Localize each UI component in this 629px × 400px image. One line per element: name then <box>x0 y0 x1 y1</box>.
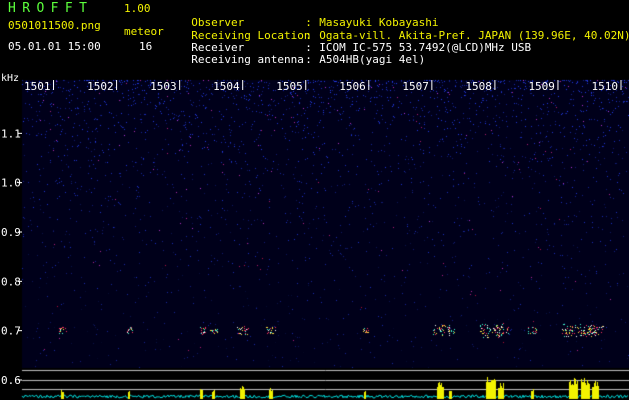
x-tick-label: 1502 <box>87 80 114 93</box>
x-tick-label: 1510 <box>592 80 619 93</box>
x-tick-label: 1507 <box>402 80 429 93</box>
x-tick-label: 1509 <box>528 80 555 93</box>
x-tick-label: 1508 <box>465 80 492 93</box>
x-tick-label: 1504 <box>213 80 240 93</box>
x-tick-label: 1505 <box>276 80 303 93</box>
x-tick-label: 1501 <box>24 80 51 93</box>
y-axis-unit: kHz <box>1 73 20 84</box>
y-tick-label: 1.0 <box>1 177 21 190</box>
y-tick-label: 0.6 <box>1 374 21 387</box>
x-tick-label: 1503 <box>150 80 177 93</box>
y-tick-label: 0.9 <box>1 226 21 239</box>
y-tick-label: 1.1 <box>1 127 21 140</box>
x-tick-label: 1506 <box>339 80 366 93</box>
axis-overlay: 1501 1502 1503 1504 1505 1506 1507 1508 1509 1510… <box>1 80 622 387</box>
y-tick-label: 0.7 <box>1 325 21 338</box>
y-tick-label: 0.8 <box>1 275 21 288</box>
